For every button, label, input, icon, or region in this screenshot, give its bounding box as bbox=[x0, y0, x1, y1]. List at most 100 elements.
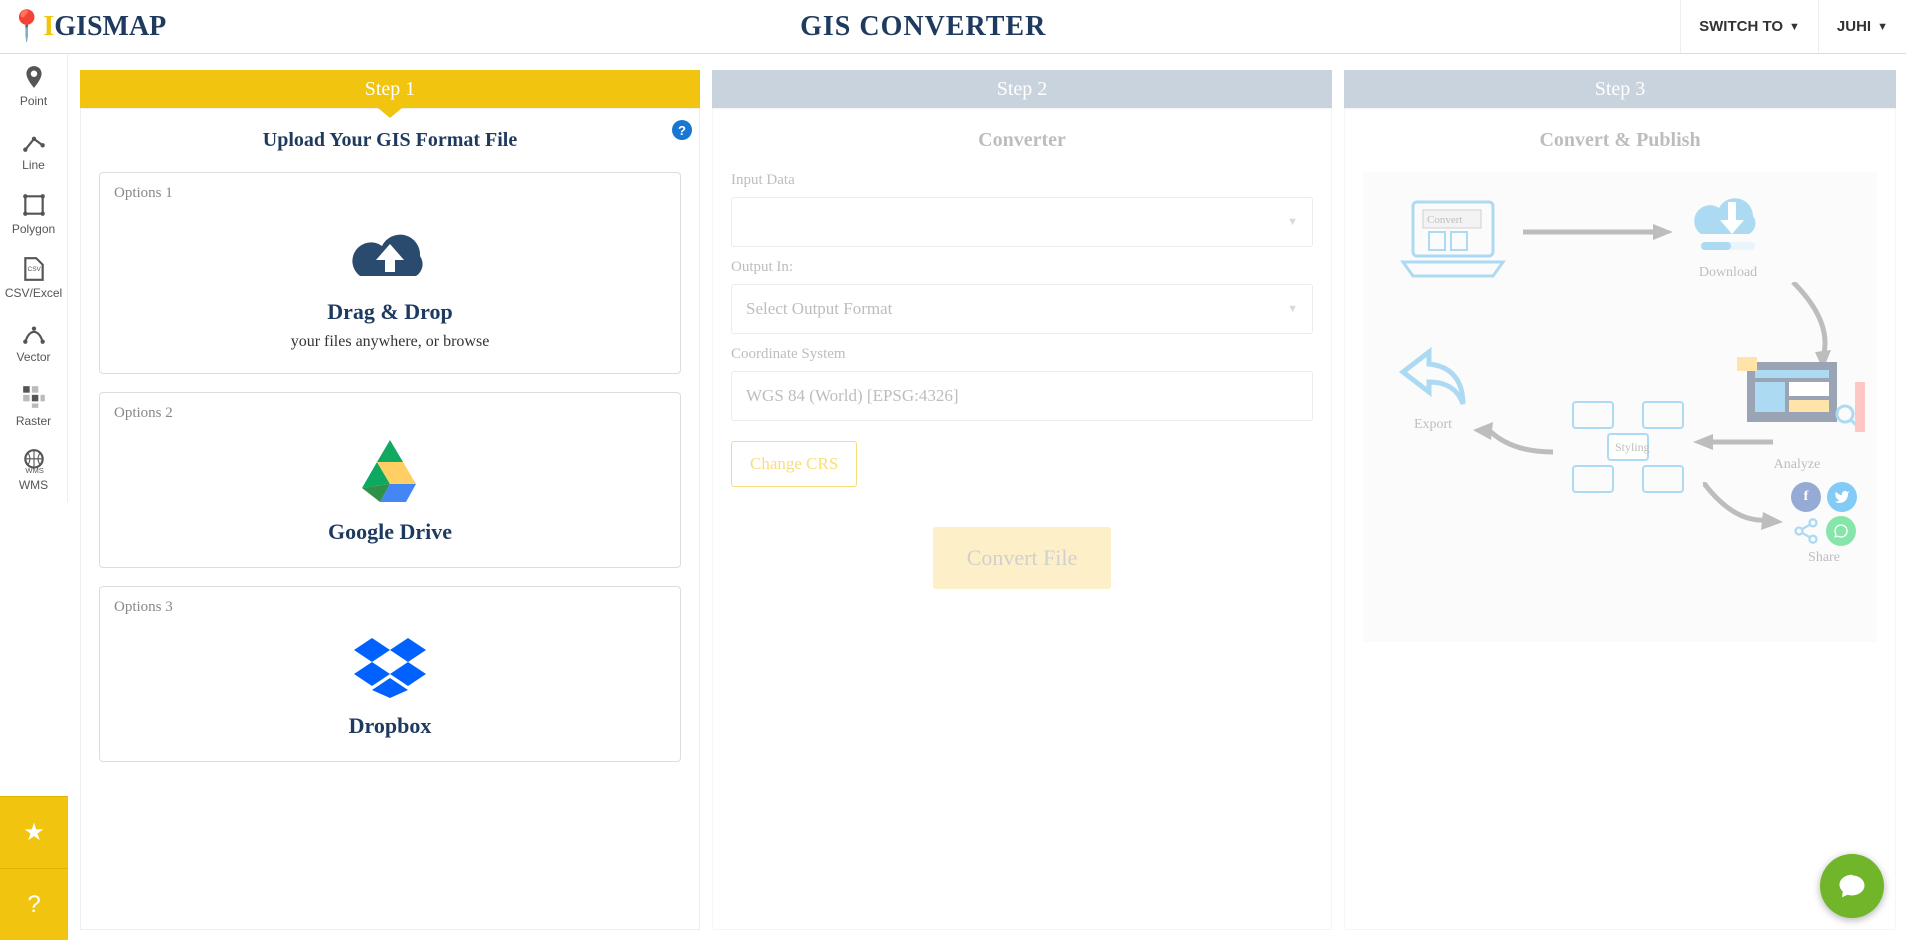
vector-icon bbox=[21, 320, 47, 346]
step1-panel: Upload Your GIS Format File ? Options 1 … bbox=[80, 108, 700, 930]
step3-header: Step 3 bbox=[1344, 70, 1896, 108]
wms-icon: WMS bbox=[21, 448, 47, 474]
arrow-icon bbox=[1473, 422, 1553, 467]
brand-text: GISMAP bbox=[54, 11, 166, 43]
download-label: Download bbox=[1683, 265, 1773, 281]
google-drive-icon bbox=[114, 436, 666, 511]
analyze-node: Analyze bbox=[1727, 352, 1867, 473]
step2-header: Step 2 bbox=[712, 70, 1332, 108]
line-icon bbox=[21, 128, 47, 154]
help-badge[interactable]: ? bbox=[672, 120, 692, 140]
output-format-select[interactable]: Select Output Format ▼ bbox=[731, 284, 1313, 334]
polygon-icon bbox=[21, 192, 47, 218]
crs-label: Coordinate System bbox=[731, 346, 1313, 363]
option-label: Options 3 bbox=[114, 599, 666, 616]
crs-input[interactable] bbox=[731, 371, 1313, 421]
step1-column: Step 1 Upload Your GIS Format File ? Opt… bbox=[80, 70, 700, 930]
star-icon: ★ bbox=[23, 818, 45, 847]
styling-icon: Styling bbox=[1563, 392, 1693, 502]
chat-button[interactable] bbox=[1820, 854, 1884, 918]
step1-title: Upload Your GIS Format File bbox=[99, 129, 681, 152]
sidebar-item-label: WMS bbox=[19, 478, 48, 492]
change-crs-button[interactable]: Change CRS bbox=[731, 441, 857, 487]
workflow-diagram: Convert Download Analyze bbox=[1363, 172, 1877, 642]
arrow-icon bbox=[1783, 282, 1843, 377]
caret-down-icon: ▼ bbox=[1877, 21, 1888, 33]
sidebar-item-label: Raster bbox=[16, 414, 51, 428]
sidebar-item-label: CSV/Excel bbox=[5, 286, 62, 300]
sidebar: Point Line Polygon CSV CSV/Excel Vector … bbox=[0, 54, 68, 502]
upload-dropbox-option[interactable]: Options 3 Dropbox bbox=[99, 586, 681, 762]
pin-icon: 📍 bbox=[8, 9, 45, 44]
caret-down-icon: ▼ bbox=[1789, 21, 1800, 33]
input-data-select[interactable]: ▼ bbox=[731, 197, 1313, 247]
step2-label: Step 2 bbox=[997, 78, 1048, 101]
step2-title: Converter bbox=[731, 129, 1313, 152]
sidebar-bottom: ★ ? bbox=[0, 796, 68, 940]
switch-to-label: SWITCH TO bbox=[1699, 18, 1783, 35]
sidebar-item-raster[interactable]: Raster bbox=[0, 374, 67, 438]
header-right: SWITCH TO ▼ JUHI ▼ bbox=[1680, 0, 1906, 53]
page-title: GIS CONVERTER bbox=[166, 11, 1680, 43]
svg-text:Styling: Styling bbox=[1615, 440, 1650, 454]
facebook-icon: f bbox=[1791, 482, 1821, 512]
step3-panel: Convert & Publish Convert Download bbox=[1344, 108, 1896, 930]
step3-label: Step 3 bbox=[1595, 78, 1646, 101]
sidebar-item-csv[interactable]: CSV CSV/Excel bbox=[0, 246, 67, 310]
user-menu[interactable]: JUHI ▼ bbox=[1818, 0, 1906, 53]
upload-googledrive-option[interactable]: Options 2 Google Drive bbox=[99, 392, 681, 568]
option-title: Google Drive bbox=[114, 519, 666, 545]
help-button[interactable]: ? bbox=[0, 868, 68, 940]
export-icon bbox=[1393, 342, 1473, 412]
whatsapp-icon bbox=[1826, 516, 1856, 546]
download-node: Download bbox=[1683, 180, 1773, 281]
option-title: Drag & Drop bbox=[114, 299, 666, 325]
option-title: Dropbox bbox=[114, 713, 666, 739]
sidebar-item-line[interactable]: Line bbox=[0, 118, 67, 182]
user-name: JUHI bbox=[1837, 18, 1871, 35]
analyze-icon bbox=[1727, 352, 1867, 452]
switch-to-dropdown[interactable]: SWITCH TO ▼ bbox=[1680, 0, 1818, 53]
upload-dragdrop-option[interactable]: Options 1 Drag & Drop your files anywher… bbox=[99, 172, 681, 374]
sidebar-item-polygon[interactable]: Polygon bbox=[0, 182, 67, 246]
header: 📍 IGISMAP GIS CONVERTER SWITCH TO ▼ JUHI… bbox=[0, 0, 1906, 54]
export-label: Export bbox=[1393, 417, 1473, 433]
convert-file-button[interactable]: Convert File bbox=[933, 527, 1112, 589]
csv-icon: CSV bbox=[21, 256, 47, 282]
cloud-download-icon bbox=[1683, 180, 1773, 260]
chat-icon bbox=[1837, 871, 1867, 901]
input-data-label: Input Data bbox=[731, 172, 1313, 189]
step1-header: Step 1 bbox=[80, 70, 700, 108]
sidebar-item-point[interactable]: Point bbox=[0, 54, 67, 118]
convert-node: Convert bbox=[1393, 192, 1513, 287]
brand-logo[interactable]: 📍 IGISMAP bbox=[8, 9, 166, 44]
step3-title: Convert & Publish bbox=[1363, 129, 1877, 152]
step2-panel: Converter Input Data ▼ Output In: Select… bbox=[712, 108, 1332, 930]
star-button[interactable]: ★ bbox=[0, 796, 68, 868]
brand-i: I bbox=[43, 11, 54, 43]
step2-column: Step 2 Converter Input Data ▼ Output In:… bbox=[712, 70, 1332, 930]
arrow-icon bbox=[1703, 482, 1783, 537]
option-label: Options 1 bbox=[114, 185, 666, 202]
output-placeholder: Select Output Format bbox=[746, 299, 892, 319]
cloud-upload-icon bbox=[114, 216, 666, 291]
step3-column: Step 3 Convert & Publish Convert Downloa… bbox=[1344, 70, 1896, 930]
svg-text:Convert: Convert bbox=[1427, 214, 1462, 226]
svg-text:CSV: CSV bbox=[27, 266, 41, 273]
sidebar-item-label: Line bbox=[22, 158, 45, 172]
raster-icon bbox=[21, 384, 47, 410]
export-node: Export bbox=[1393, 342, 1473, 433]
sidebar-item-wms[interactable]: WMS WMS bbox=[0, 438, 67, 502]
arrow-icon bbox=[1693, 432, 1773, 457]
help-icon: ? bbox=[27, 891, 40, 919]
output-label: Output In: bbox=[731, 259, 1313, 276]
analyze-label: Analyze bbox=[1727, 457, 1867, 473]
sidebar-item-label: Vector bbox=[16, 350, 50, 364]
sidebar-item-label: Polygon bbox=[12, 222, 55, 236]
main-content: Step 1 Upload Your GIS Format File ? Opt… bbox=[80, 70, 1896, 930]
dropbox-icon bbox=[114, 630, 666, 705]
option-label: Options 2 bbox=[114, 405, 666, 422]
option-subtitle: your files anywhere, or browse bbox=[114, 333, 666, 351]
twitter-icon bbox=[1827, 482, 1857, 512]
sidebar-item-vector[interactable]: Vector bbox=[0, 310, 67, 374]
